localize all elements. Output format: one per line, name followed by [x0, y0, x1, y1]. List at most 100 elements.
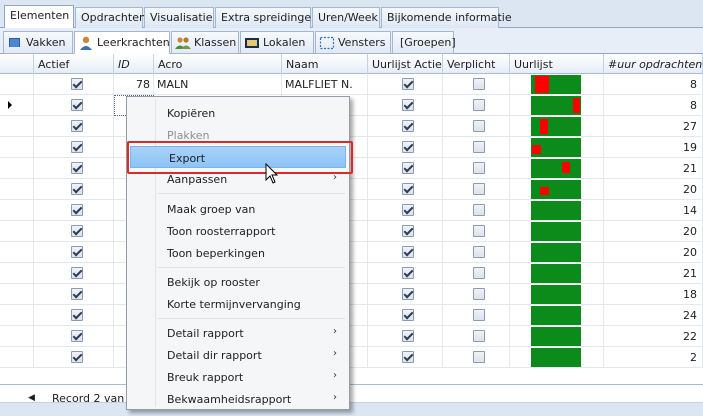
- cell-actief[interactable]: [34, 200, 114, 221]
- verplicht-checkbox[interactable]: [473, 99, 485, 111]
- verplicht-checkbox[interactable]: [473, 120, 485, 132]
- cell-actief[interactable]: [34, 284, 114, 305]
- actief-checkbox[interactable]: [71, 330, 83, 342]
- tab-uren-week[interactable]: Uren/Week: [312, 7, 380, 28]
- col-actief[interactable]: Actief: [34, 54, 114, 74]
- tab-leerkrachten[interactable]: Leerkrachten: [74, 31, 170, 54]
- cell-uur-opdrachten[interactable]: 24: [604, 305, 703, 326]
- cell-verplicht[interactable]: [443, 242, 510, 263]
- uurlijst-actief-checkbox[interactable]: [402, 99, 414, 111]
- menu-item-bekijk-op-rooster[interactable]: Bekijk op rooster: [129, 271, 347, 293]
- row-indicator[interactable]: [0, 137, 34, 158]
- verplicht-checkbox[interactable]: [473, 267, 485, 279]
- cell-uurlijst-actief[interactable]: [368, 263, 443, 284]
- uurlijst-actief-checkbox[interactable]: [402, 183, 414, 195]
- menu-item-kopieren[interactable]: Kopiëren: [129, 102, 347, 124]
- verplicht-checkbox[interactable]: [473, 330, 485, 342]
- tab-elementen[interactable]: Elementen: [4, 5, 74, 29]
- uurlijst-actief-checkbox[interactable]: [402, 225, 414, 237]
- cell-actief[interactable]: [34, 263, 114, 284]
- cell-verplicht[interactable]: [443, 158, 510, 179]
- table-row[interactable]: 27: [0, 116, 703, 137]
- table-row[interactable]: 14: [0, 200, 703, 221]
- row-indicator[interactable]: [0, 74, 34, 95]
- verplicht-checkbox[interactable]: [473, 225, 485, 237]
- cell-uur-opdrachten[interactable]: 20: [604, 242, 703, 263]
- cell-uur-opdrachten[interactable]: 22: [604, 326, 703, 347]
- tab-lokalen[interactable]: Lokalen: [240, 31, 314, 54]
- row-indicator[interactable]: [0, 200, 34, 221]
- menu-item-breuk-rapport[interactable]: Breuk rapport ›: [129, 366, 347, 388]
- cell-verplicht[interactable]: [443, 305, 510, 326]
- table-row[interactable]: S K. 20: [0, 179, 703, 200]
- cell-uur-opdrachten[interactable]: 14: [604, 200, 703, 221]
- tab-visualisatie[interactable]: Visualisatie: [144, 7, 214, 28]
- row-indicator[interactable]: [0, 158, 34, 179]
- uurlijst-actief-checkbox[interactable]: [402, 204, 414, 216]
- verplicht-checkbox[interactable]: [473, 162, 485, 174]
- cell-actief[interactable]: [34, 326, 114, 347]
- col-uurlijst[interactable]: Uurlijst: [510, 54, 604, 74]
- col-acro[interactable]: Acro: [154, 54, 282, 74]
- uurlijst-actief-checkbox[interactable]: [402, 162, 414, 174]
- table-row[interactable]: 20: [0, 221, 703, 242]
- cell-verplicht[interactable]: [443, 284, 510, 305]
- col-uur-opdrachten[interactable]: #uur opdrachten: [604, 54, 703, 74]
- row-indicator[interactable]: [0, 242, 34, 263]
- cell-uurlijst-actief[interactable]: [368, 221, 443, 242]
- actief-checkbox[interactable]: [71, 288, 83, 300]
- table-row[interactable]: 20: [0, 242, 703, 263]
- cell-verplicht[interactable]: [443, 95, 510, 116]
- cell-uurlijst-actief[interactable]: [368, 200, 443, 221]
- tab-vensters[interactable]: Vensters: [315, 31, 391, 54]
- cell-verplicht[interactable]: [443, 74, 510, 95]
- actief-checkbox[interactable]: [71, 183, 83, 195]
- cell-uurlijst-actief[interactable]: [368, 347, 443, 368]
- cell-actief[interactable]: [34, 347, 114, 368]
- teachers-grid[interactable]: Actief ID Acro Naam Uurlijst Actief Verp…: [0, 54, 703, 384]
- tab-groepen[interactable]: [Groepen]: [392, 31, 456, 54]
- uurlijst-actief-checkbox[interactable]: [402, 330, 414, 342]
- actief-checkbox[interactable]: [71, 225, 83, 237]
- actief-checkbox[interactable]: [71, 309, 83, 321]
- uurlijst-actief-checkbox[interactable]: [402, 267, 414, 279]
- actief-checkbox[interactable]: [71, 99, 83, 111]
- actief-checkbox[interactable]: [71, 162, 83, 174]
- cell-uurlijst-actief[interactable]: [368, 74, 443, 95]
- cell-actief[interactable]: [34, 242, 114, 263]
- cell-verplicht[interactable]: [443, 137, 510, 158]
- verplicht-checkbox[interactable]: [473, 288, 485, 300]
- uurlijst-actief-checkbox[interactable]: [402, 78, 414, 90]
- row-indicator[interactable]: [0, 347, 34, 368]
- cell-actief[interactable]: [34, 137, 114, 158]
- cell-uurlijst-actief[interactable]: [368, 116, 443, 137]
- cell-acro[interactable]: MALN: [154, 74, 282, 95]
- cell-verplicht[interactable]: [443, 116, 510, 137]
- menu-item-toon-beperkingen[interactable]: Toon beperkingen: [129, 242, 347, 264]
- menu-item-detail-rapport[interactable]: Detail rapport ›: [129, 322, 347, 344]
- cell-actief[interactable]: [34, 158, 114, 179]
- cell-uurlijst-actief[interactable]: [368, 95, 443, 116]
- table-row[interactable]: 78 MALN MALFLIET N. 8: [0, 74, 703, 95]
- cell-uur-opdrachten[interactable]: 20: [604, 179, 703, 200]
- cell-verplicht[interactable]: [443, 221, 510, 242]
- table-row[interactable]: 21: [0, 263, 703, 284]
- cell-id[interactable]: 78: [114, 74, 154, 95]
- cell-verplicht[interactable]: [443, 200, 510, 221]
- cell-verplicht[interactable]: [443, 179, 510, 200]
- actief-checkbox[interactable]: [71, 351, 83, 363]
- actief-checkbox[interactable]: [71, 120, 83, 132]
- table-row[interactable]: 2: [0, 347, 703, 368]
- menu-item-detail-dir-rapport[interactable]: Detail dir rapport ›: [129, 344, 347, 366]
- cell-uurlijst-actief[interactable]: [368, 305, 443, 326]
- cell-uurlijst-actief[interactable]: [368, 284, 443, 305]
- cell-uurlijst-actief[interactable]: [368, 158, 443, 179]
- actief-checkbox[interactable]: [71, 78, 83, 90]
- actief-checkbox[interactable]: [71, 141, 83, 153]
- col-uurlijst-actief[interactable]: Uurlijst Actief: [368, 54, 443, 74]
- cell-actief[interactable]: [34, 74, 114, 95]
- row-indicator[interactable]: [0, 263, 34, 284]
- cell-verplicht[interactable]: [443, 326, 510, 347]
- col-verplicht[interactable]: Verplicht: [443, 54, 510, 74]
- cell-uur-opdrachten[interactable]: 21: [604, 158, 703, 179]
